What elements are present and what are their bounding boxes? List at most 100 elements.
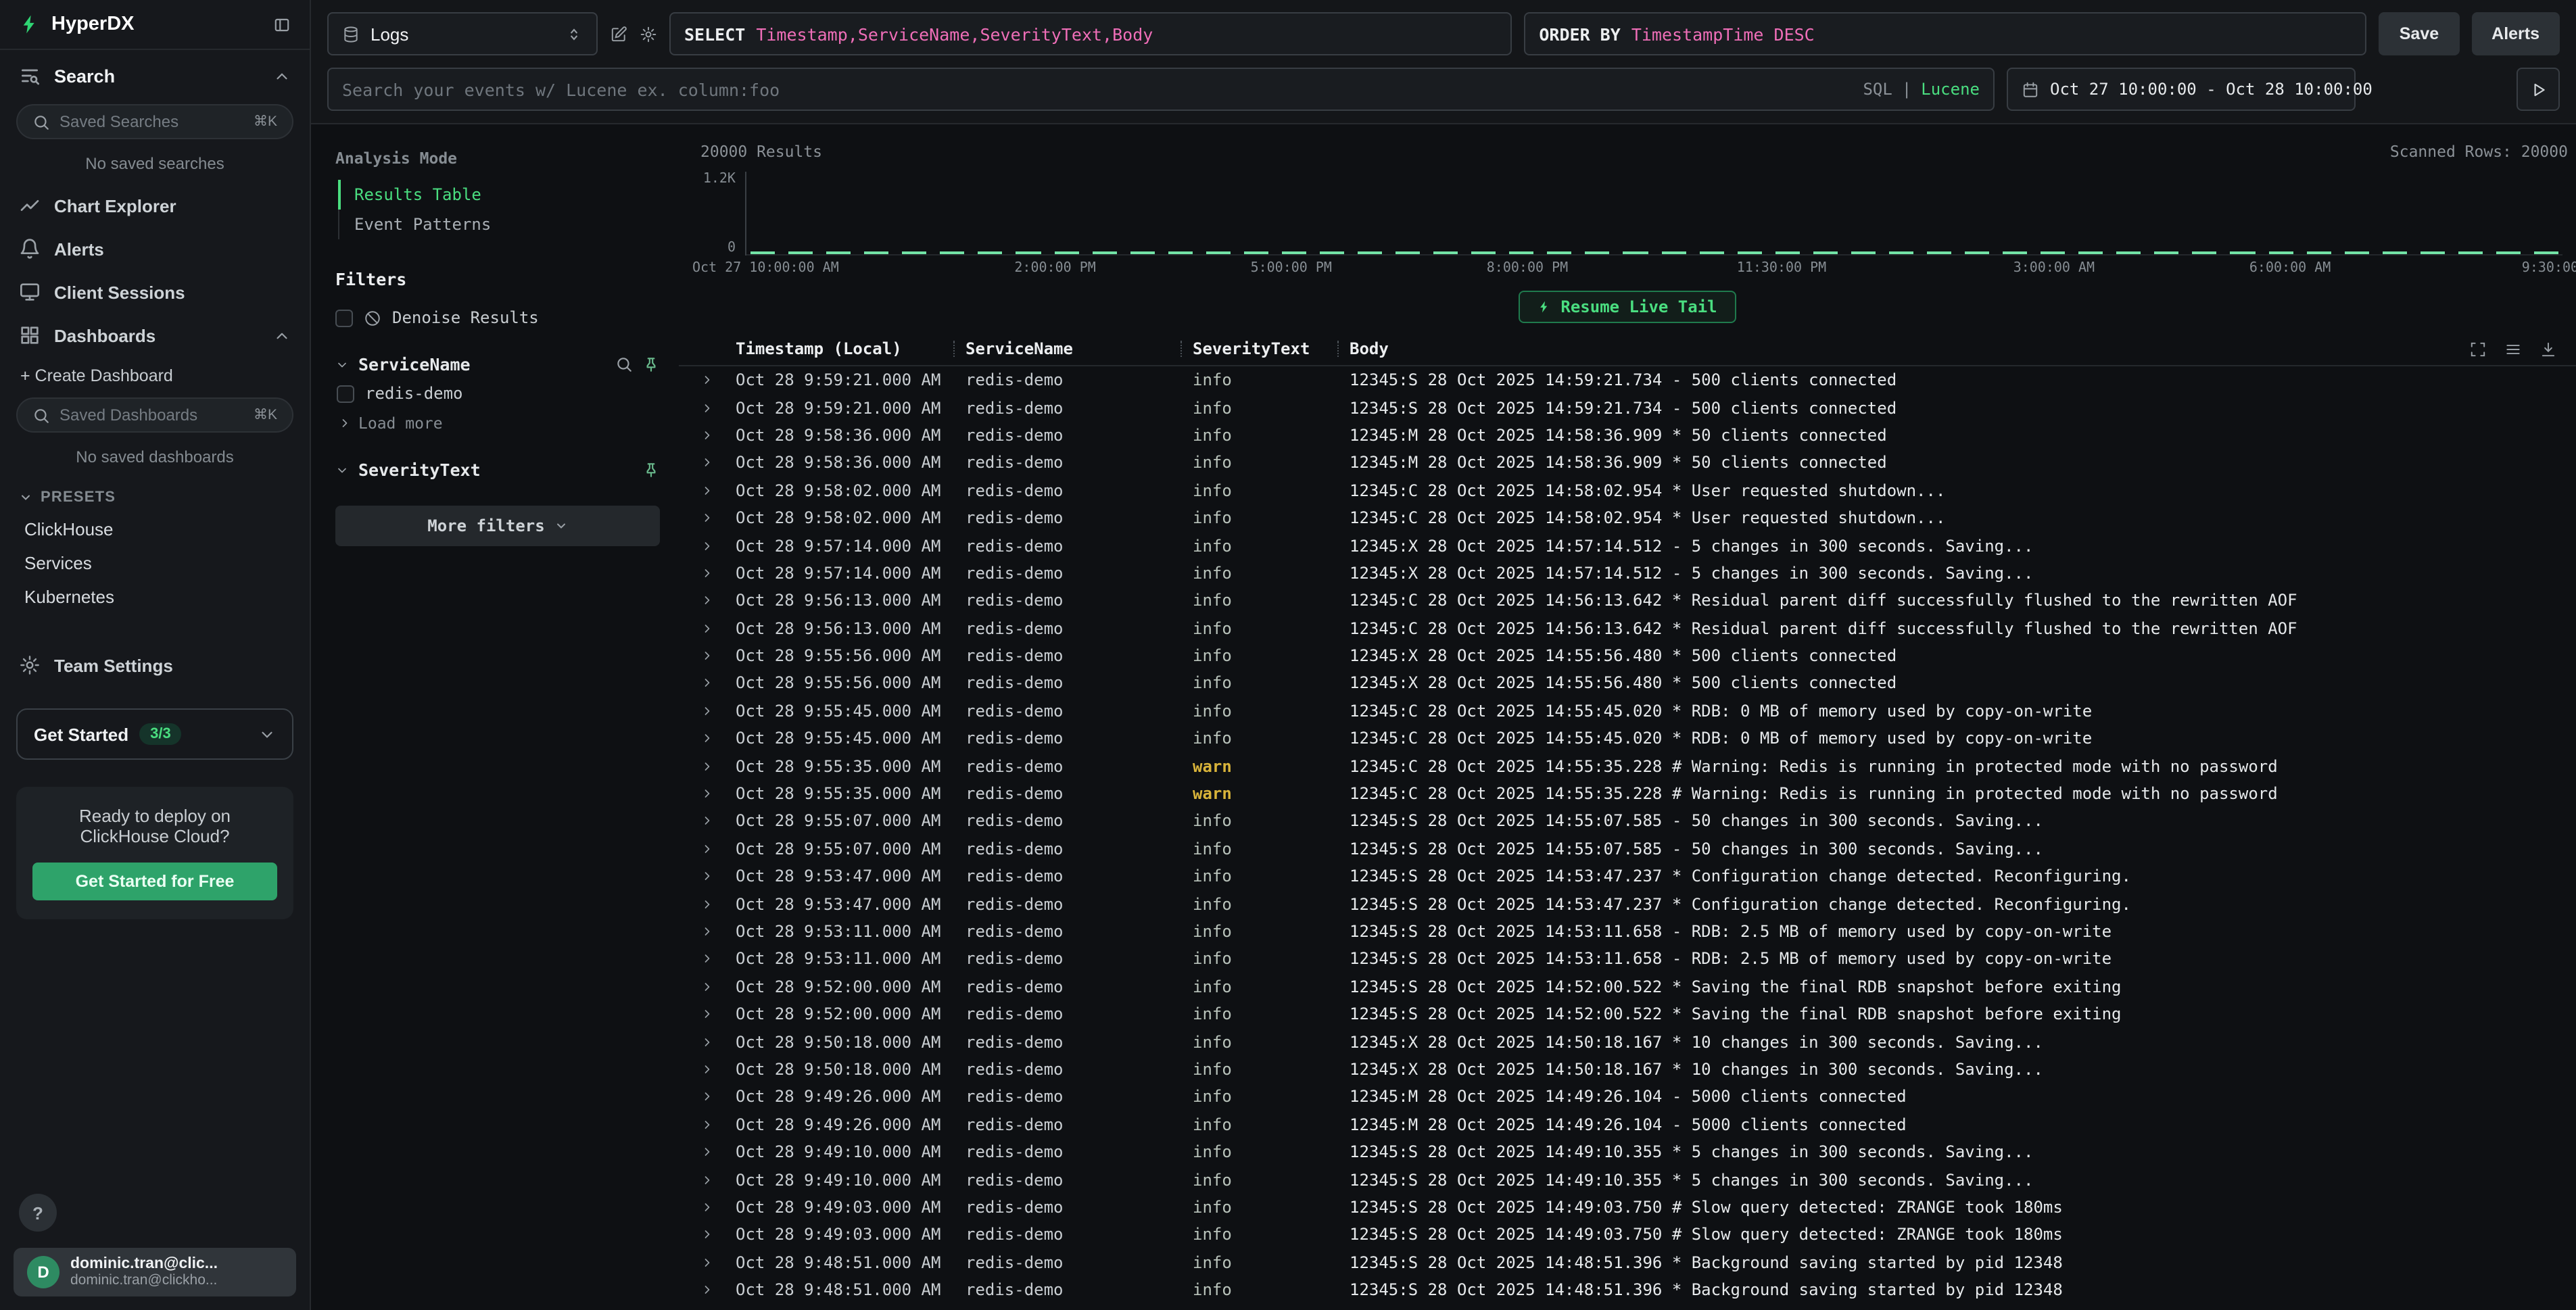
edit-source-button[interactable] (610, 25, 627, 43)
column-header-timestamp[interactable]: Timestamp (Local) (736, 339, 965, 358)
histogram-bar[interactable] (1054, 251, 1078, 254)
histogram-bar[interactable] (1358, 251, 1382, 254)
expand-view-button[interactable] (2469, 340, 2487, 358)
histogram-bar[interactable] (2306, 251, 2331, 254)
histogram-bar[interactable] (1206, 251, 1231, 254)
order-by-input[interactable]: ORDER BY TimestampTime DESC (1524, 12, 2366, 55)
histogram-bar[interactable] (1623, 251, 1648, 254)
expand-row-button[interactable] (700, 649, 736, 662)
get-started-free-button[interactable]: Get Started for Free (32, 863, 277, 900)
event-search-field[interactable] (342, 79, 1852, 99)
table-row[interactable]: Oct 28 9:49:03.000 AMredis-demoinfo12345… (679, 1221, 2576, 1248)
expand-row-button[interactable] (700, 1007, 736, 1021)
histogram-bar[interactable] (1282, 251, 1306, 254)
expand-row-button[interactable] (700, 732, 736, 746)
table-row[interactable]: Oct 28 9:50:18.000 AMredis-demoinfo12345… (679, 1028, 2576, 1056)
expand-row-button[interactable] (700, 456, 736, 470)
table-row[interactable]: Oct 28 9:53:47.000 AMredis-demoinfo12345… (679, 863, 2576, 890)
histogram-bar[interactable] (2155, 251, 2179, 254)
expand-row-button[interactable] (700, 952, 736, 966)
histogram-bar[interactable] (2268, 251, 2293, 254)
expand-row-button[interactable] (700, 484, 736, 498)
expand-row-button[interactable] (700, 980, 736, 994)
expand-row-button[interactable] (700, 594, 736, 608)
table-row[interactable]: Oct 28 9:55:07.000 AMredis-demoinfo12345… (679, 808, 2576, 835)
column-header-body[interactable]: Body (1350, 339, 1389, 358)
histogram-bar[interactable] (1775, 251, 1799, 254)
expand-row-button[interactable] (700, 1035, 736, 1048)
histogram-bar[interactable] (1548, 251, 1572, 254)
expand-row-button[interactable] (700, 897, 736, 911)
expand-row-button[interactable] (700, 677, 736, 690)
saved-searches-input[interactable]: ⌘K (16, 104, 293, 139)
table-row[interactable]: Oct 28 9:59:21.000 AMredis-demoinfo12345… (679, 394, 2576, 422)
expand-row-button[interactable] (700, 621, 736, 635)
alerts-button[interactable]: Alerts (2471, 12, 2560, 55)
checkbox[interactable] (335, 309, 353, 326)
expand-row-button[interactable] (700, 1228, 736, 1242)
query-language-toggle[interactable]: SQL | Lucene (1863, 80, 1980, 99)
expand-row-button[interactable] (700, 429, 736, 442)
expand-row-button[interactable] (700, 1200, 736, 1214)
language-sql[interactable]: SQL (1863, 80, 1892, 99)
date-range-picker[interactable]: Oct 27 10:00:00 - Oct 28 10:00:00 (2007, 68, 2356, 111)
table-row[interactable]: Oct 28 9:49:26.000 AMredis-demoinfo12345… (679, 1111, 2576, 1138)
table-row[interactable]: Oct 28 9:55:35.000 AMredis-demowarn12345… (679, 752, 2576, 780)
download-button[interactable] (2539, 340, 2557, 358)
histogram-bar[interactable] (978, 251, 1003, 254)
table-row[interactable]: Oct 28 9:58:36.000 AMredis-demoinfo12345… (679, 422, 2576, 450)
load-more-button[interactable]: Load more (335, 403, 660, 433)
expand-row-button[interactable] (700, 1145, 736, 1159)
expand-row-button[interactable] (700, 566, 736, 580)
event-search-input[interactable]: SQL | Lucene (327, 68, 1995, 111)
histogram-bar[interactable] (1699, 251, 1723, 254)
facet-value-redis-demo[interactable]: redis-demo (335, 374, 660, 403)
table-row[interactable]: Oct 28 9:55:45.000 AMredis-demoinfo12345… (679, 697, 2576, 725)
sidebar-item-team-settings[interactable]: Team Settings (0, 644, 310, 687)
mode-event-patterns[interactable]: Event Patterns (338, 210, 660, 239)
more-filters-button[interactable]: More filters (335, 506, 660, 546)
histogram-bar[interactable] (1510, 251, 1534, 254)
table-row[interactable]: Oct 28 9:58:02.000 AMredis-demoinfo12345… (679, 477, 2576, 504)
histogram-bar[interactable] (826, 251, 851, 254)
histogram-bar[interactable] (1130, 251, 1154, 254)
saved-dashboards-field[interactable] (59, 406, 244, 424)
histogram-bar[interactable] (1433, 251, 1458, 254)
expand-row-button[interactable] (700, 373, 736, 387)
mode-results-table[interactable]: Results Table (338, 180, 660, 210)
table-row[interactable]: Oct 28 9:52:00.000 AMredis-demoinfo12345… (679, 973, 2576, 1000)
sidebar-item-kubernetes[interactable]: Kubernetes (0, 580, 310, 614)
histogram-bar[interactable] (2117, 251, 2141, 254)
select-columns-input[interactable]: SELECT Timestamp,ServiceName,SeverityTex… (669, 12, 1512, 55)
histogram-bar[interactable] (903, 251, 927, 254)
histogram-bar[interactable] (1168, 251, 1192, 254)
expand-row-button[interactable] (700, 704, 736, 718)
expand-row-button[interactable] (700, 815, 736, 828)
expand-row-button[interactable] (700, 1255, 736, 1269)
expand-row-button[interactable] (700, 925, 736, 938)
facet-pin-button[interactable] (642, 356, 660, 373)
language-lucene[interactable]: Lucene (1921, 80, 1980, 99)
table-row[interactable]: Oct 28 9:55:07.000 AMredis-demoinfo12345… (679, 835, 2576, 863)
histogram-bar[interactable] (2534, 251, 2558, 254)
sidebar-item-services[interactable]: Services (0, 546, 310, 580)
facet-pin-button[interactable] (642, 461, 660, 479)
table-row[interactable]: Oct 28 9:49:10.000 AMredis-demoinfo12345… (679, 1166, 2576, 1194)
facet-search-button[interactable] (615, 356, 633, 373)
sidebar-item-clickhouse[interactable]: ClickHouse (0, 512, 310, 546)
table-row[interactable]: Oct 28 9:55:56.000 AMredis-demoinfo12345… (679, 642, 2576, 670)
resume-live-tail-button[interactable]: Resume Live Tail (1519, 291, 1736, 323)
table-row[interactable]: Oct 28 9:55:56.000 AMredis-demoinfo12345… (679, 670, 2576, 698)
user-menu[interactable]: D dominic.tran@clic... dominic.tran@clic… (14, 1248, 296, 1296)
table-row[interactable]: Oct 28 9:49:26.000 AMredis-demoinfo12345… (679, 1083, 2576, 1111)
histogram-bar[interactable] (1813, 251, 1838, 254)
histogram-bar[interactable] (2496, 251, 2521, 254)
saved-dashboards-input[interactable]: ⌘K (16, 397, 293, 433)
expand-row-button[interactable] (700, 1283, 736, 1296)
collapse-sidebar-button[interactable] (273, 16, 291, 33)
table-row[interactable]: Oct 28 9:56:13.000 AMredis-demoinfo12345… (679, 614, 2576, 642)
get-started-button[interactable]: Get Started 3/3 (16, 708, 293, 760)
histogram-bar[interactable] (2003, 251, 2027, 254)
saved-searches-field[interactable] (59, 112, 244, 131)
expand-row-button[interactable] (700, 759, 736, 773)
